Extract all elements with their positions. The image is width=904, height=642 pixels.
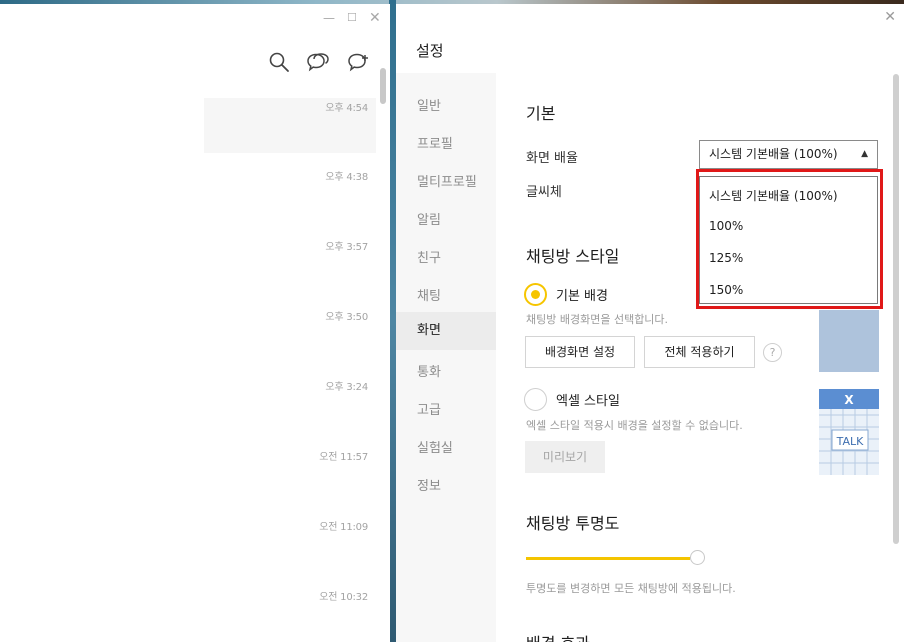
apply-all-button[interactable]: 전체 적용하기: [644, 336, 755, 368]
section-title-transparency: 채팅방 투명도: [526, 514, 620, 533]
default-bg-label: 기본 배경: [556, 289, 608, 304]
background-thumbnail[interactable]: [819, 310, 879, 372]
chat-list-window: — ☐ ✕ 오후 4:54 오후 4:38 오후 3:57 오후 3:50 오후…: [0, 4, 390, 642]
set-background-button[interactable]: 배경화면 설정: [525, 336, 635, 368]
font-label: 글씨체: [526, 185, 562, 200]
chat-list-scrollbar[interactable]: [380, 68, 386, 104]
excel-style-description: 엑셀 스타일 적용시 배경을 설정할 수 없습니다.: [526, 419, 743, 432]
chat-time: 오후 4:38: [325, 172, 368, 183]
excel-thumb-talk-label: TALK: [836, 435, 865, 448]
default-bg-radio[interactable]: [524, 283, 547, 306]
preview-button[interactable]: 미리보기: [525, 441, 605, 473]
transparency-slider-handle[interactable]: [690, 550, 705, 565]
sidebar-item-labs[interactable]: 실험실: [396, 430, 496, 468]
chat-time: 오전 11:09: [319, 522, 368, 533]
chat-time: 오전 11:57: [319, 452, 368, 463]
settings-title: 설정: [416, 42, 444, 60]
chat-time: 오후 3:57: [325, 242, 368, 253]
zoom-dropdown-value: 시스템 기본배율 (100%): [709, 147, 838, 161]
settings-close-button[interactable]: ✕: [884, 9, 896, 25]
openchat-icon[interactable]: [305, 50, 329, 74]
excel-style-radio[interactable]: [524, 388, 547, 411]
minimize-button[interactable]: —: [323, 10, 335, 26]
zoom-label: 화면 배율: [526, 151, 578, 166]
transparency-description: 투명도를 변경하면 모든 채팅방에 적용됩니다.: [526, 582, 736, 595]
desktop-background-gap: [389, 0, 396, 642]
section-title-chat-style: 채팅방 스타일: [526, 247, 620, 266]
excel-style-thumbnail[interactable]: X TALK: [819, 389, 879, 475]
zoom-dropdown[interactable]: 시스템 기본배율 (100%) ▲: [699, 140, 878, 169]
sidebar-item-advanced[interactable]: 고급: [396, 392, 496, 430]
maximize-button[interactable]: ☐: [347, 10, 357, 26]
excel-thumb-x-label: X: [844, 393, 854, 407]
sidebar-item-profile[interactable]: 프로필: [396, 126, 496, 164]
sidebar-item-info[interactable]: 정보: [396, 468, 496, 506]
section-title-basic: 기본: [526, 104, 556, 123]
excel-style-label: 엑셀 스타일: [556, 394, 620, 409]
sidebar-item-calls[interactable]: 통화: [396, 354, 496, 392]
transparency-slider-track[interactable]: [526, 557, 690, 560]
sidebar-item-display[interactable]: 화면: [396, 312, 496, 350]
sidebar-item-general[interactable]: 일반: [396, 88, 496, 126]
section-title-bg-effect: 배경 효과: [526, 630, 590, 642]
search-icon[interactable]: [267, 50, 291, 74]
sidebar-item-notifications[interactable]: 알림: [396, 202, 496, 240]
settings-window: ✕ 설정 일반 프로필 멀티프로필 알림 친구 채팅 화면 통화 고급 실험실 …: [396, 4, 904, 642]
sidebar-item-chats[interactable]: 채팅: [396, 278, 496, 316]
close-button[interactable]: ✕: [369, 10, 381, 26]
help-icon[interactable]: ?: [763, 343, 782, 362]
chat-time: 오후 4:54: [325, 103, 368, 114]
chevron-up-icon: ▲: [861, 149, 868, 159]
default-bg-description: 채팅방 배경화면을 선택합니다.: [526, 313, 669, 326]
chat-time: 오후 3:24: [325, 382, 368, 393]
settings-scrollbar[interactable]: [893, 74, 899, 544]
settings-sidebar: 일반 프로필 멀티프로필 알림 친구 채팅 화면 통화 고급 실험실 정보: [396, 73, 496, 642]
sidebar-item-friends[interactable]: 친구: [396, 240, 496, 278]
chat-time: 오전 10:32: [319, 592, 368, 603]
chat-time: 오후 3:50: [325, 312, 368, 323]
new-chat-icon[interactable]: [346, 50, 370, 74]
highlight-annotation-box: [696, 169, 883, 309]
sidebar-item-multiprofile[interactable]: 멀티프로필: [396, 164, 496, 202]
